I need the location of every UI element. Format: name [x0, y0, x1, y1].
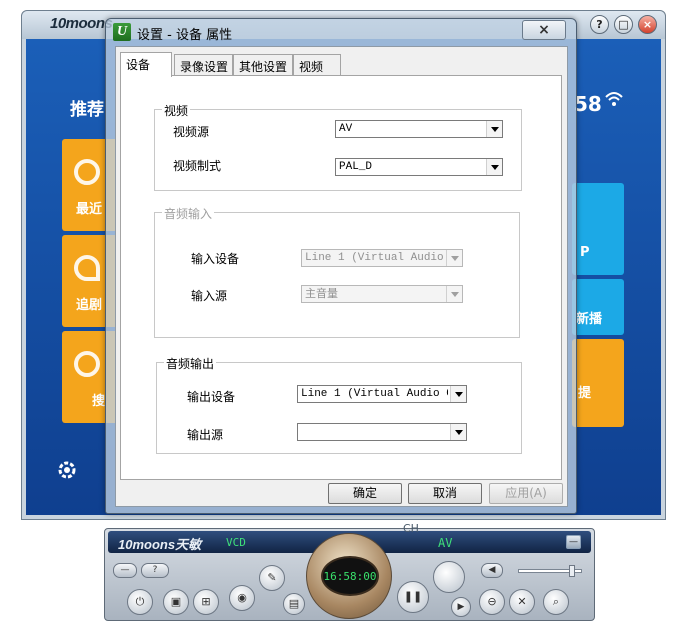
player-logo: 10moons天敏	[118, 537, 202, 552]
input-source-label: 输入源	[191, 289, 228, 303]
dialog-title: 设置 - 设备 属性	[137, 28, 233, 43]
device-panel: 视频 视频源 AV 视频制式 PAL_D 音频输入 输入设备 Line 1 (V…	[120, 75, 562, 480]
dialog-close-button[interactable]: ×	[522, 20, 566, 40]
power-icon[interactable]: ⏻	[127, 589, 153, 615]
video-standard-select[interactable]: PAL_D	[335, 158, 503, 176]
nav-recommend[interactable]: 推荐	[70, 95, 104, 120]
video-source-select[interactable]: AV	[335, 120, 503, 138]
chevron-down-icon	[446, 286, 462, 302]
ok-button[interactable]: 确定	[328, 483, 402, 504]
audio-output-group: 音频输出 输出设备 Line 1 (Virtual Audio Cab 输出源	[156, 355, 522, 454]
clock-display: 16:58:00	[321, 556, 379, 596]
apply-button: 应用(A)	[489, 483, 563, 504]
channel-label: CH	[403, 522, 419, 535]
video-standard-label: 视频制式	[173, 159, 222, 173]
zoom-icon[interactable]: ⌕	[543, 589, 569, 615]
video-source-value: AV	[339, 123, 353, 135]
tile-new-label: 新播	[576, 312, 603, 327]
tab-recording[interactable]: 录像设置	[174, 54, 233, 76]
video-group-title: 视频	[162, 102, 191, 119]
search-icon	[74, 351, 100, 377]
app-u-icon: U	[113, 23, 131, 41]
input-device-value: Line 1 (Virtual Audio Ca	[305, 252, 444, 264]
tile-tip-label: 提	[578, 386, 592, 401]
dialog-titlebar[interactable]: U 设置 - 设备 属性 ×	[106, 19, 576, 45]
volume-slider[interactable]	[518, 565, 582, 577]
play-icon[interactable]: ▶	[451, 597, 471, 617]
output-device-value: Line 1 (Virtual Audio Cab	[301, 388, 448, 400]
output-device-label: 输出设备	[187, 390, 236, 404]
tile-tip[interactable]: 提	[572, 339, 624, 427]
pause-icon[interactable]: ❚❚	[397, 581, 429, 613]
help-button[interactable]: ?	[590, 15, 609, 34]
tile-recent-label: 最近	[76, 202, 103, 217]
help-player-button[interactable]: ?	[141, 563, 169, 578]
audio-input-group-title: 音频输入	[162, 205, 215, 222]
clock-dial: 16:58:00	[306, 533, 392, 619]
mode-indicator: VCD	[226, 536, 246, 549]
camera-icon[interactable]: ◉	[229, 585, 255, 611]
tab-video[interactable]: 视频	[293, 54, 341, 76]
tile-series-label: 追剧	[76, 298, 103, 313]
audio-output-group-title: 音频输出	[164, 355, 217, 372]
minus-circle-icon[interactable]: ⊖	[479, 589, 505, 615]
chevron-down-icon[interactable]	[450, 424, 466, 440]
wifi-icon	[605, 92, 623, 106]
tile-app[interactable]: P	[572, 183, 624, 275]
heart-icon	[74, 255, 100, 281]
tab-device[interactable]: 设备	[120, 52, 172, 77]
gear-icon[interactable]	[56, 459, 78, 481]
input-device-label: 输入设备	[191, 252, 240, 266]
input-source-select: 主音量	[301, 285, 463, 303]
input-source-value: 主音量	[305, 287, 338, 300]
clock-partial: 58	[574, 92, 602, 116]
list-icon[interactable]: ▤	[283, 593, 305, 615]
video-standard-value: PAL_D	[339, 161, 373, 173]
chevron-down-icon[interactable]	[486, 121, 502, 137]
settings-dialog: U 设置 - 设备 属性 × 设备 录像设置 其他设置 视频 视频 视频源 AV	[105, 18, 577, 514]
tile-search-label: 搜	[92, 394, 106, 409]
output-source-select[interactable]	[297, 423, 467, 441]
volume-slider-knob[interactable]	[569, 565, 575, 577]
clock-time: 16:58:00	[323, 570, 377, 583]
tab-other[interactable]: 其他设置	[233, 54, 293, 76]
tools-icon[interactable]: ✕	[509, 589, 535, 615]
chevron-down-icon[interactable]	[450, 386, 466, 402]
cancel-button[interactable]: 取消	[408, 483, 482, 504]
settings-icon[interactable]: ✎	[259, 565, 285, 591]
fullscreen-icon[interactable]: ⊞	[193, 589, 219, 615]
audio-input-group: 音频输入 输入设备 Line 1 (Virtual Audio Ca 输入源 主…	[154, 205, 520, 338]
close-app-button[interactable]: ×	[638, 15, 657, 34]
tile-app-label: P	[580, 245, 590, 260]
tile-new[interactable]: 新播	[572, 279, 624, 335]
minus-button[interactable]: —	[113, 563, 137, 578]
player-bar: 10moons天敏 VCD AV — CH — ? ⏻ ▣ ⊞ ◉ ✎ ▤ 16…	[104, 522, 595, 621]
record-screen-icon[interactable]: ▣	[163, 589, 189, 615]
output-source-label: 输出源	[187, 428, 224, 442]
maximize-button[interactable]: □	[614, 15, 633, 34]
video-source-label: 视频源	[173, 125, 210, 139]
desktop: 10moons ? □ × 推荐 58 最近 追剧 搜 P 新播 提 U 设置 …	[0, 0, 684, 635]
chevron-down-icon	[446, 250, 462, 266]
dialog-body: 设备 录像设置 其他设置 视频 视频 视频源 AV 视频制式 PAL_D 音频输…	[115, 46, 568, 507]
chevron-down-icon[interactable]	[486, 159, 502, 175]
input-device-select: Line 1 (Virtual Audio Ca	[301, 249, 463, 267]
stop-icon[interactable]	[433, 561, 465, 593]
history-icon	[74, 159, 100, 185]
output-device-select[interactable]: Line 1 (Virtual Audio Cab	[297, 385, 467, 403]
minimize-player-button[interactable]: —	[566, 535, 581, 549]
app-logo: 10moons	[50, 15, 113, 32]
speaker-icon[interactable]: ◀	[481, 563, 503, 578]
video-group: 视频 视频源 AV 视频制式 PAL_D	[154, 102, 522, 191]
input-indicator: AV	[438, 536, 453, 550]
